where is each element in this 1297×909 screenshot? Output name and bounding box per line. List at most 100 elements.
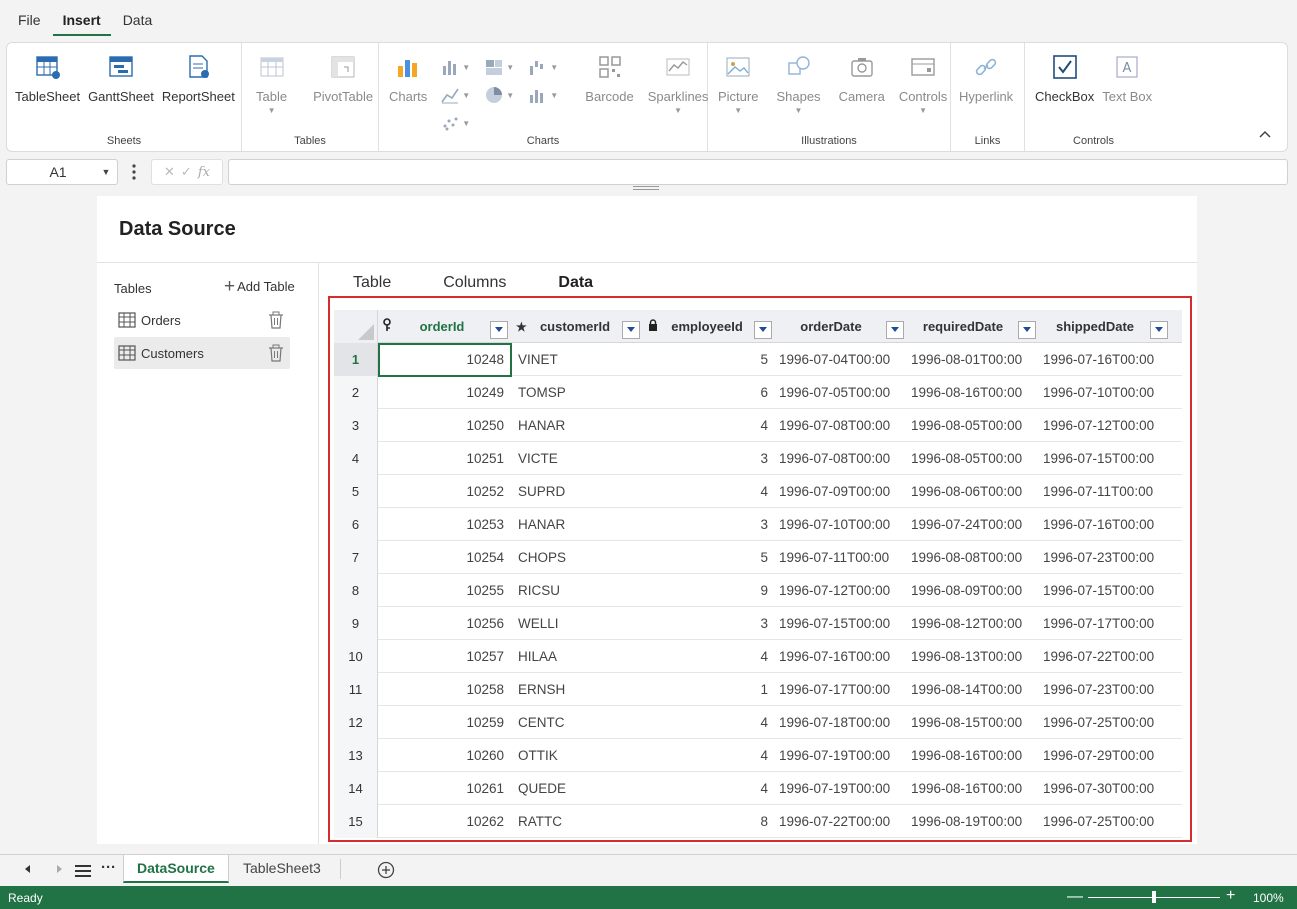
scatter-chart-button[interactable]: ▼ (441, 109, 485, 137)
cell-employeeid[interactable]: 9 (644, 574, 776, 607)
column-header-orderid[interactable]: orderId (378, 310, 512, 343)
cell-requireddate[interactable]: 1996-08-05T00:00 (908, 442, 1040, 475)
row-header[interactable]: 10 (334, 640, 378, 673)
cell-orderid[interactable]: 10256 (378, 607, 512, 640)
function-icon[interactable]: fx (198, 165, 210, 180)
next-sheet-icon[interactable] (57, 865, 62, 873)
add-table-button[interactable]: + Add Table (224, 277, 295, 296)
sheet-tab-tablesheet3[interactable]: TableSheet3 (230, 855, 334, 883)
cell-customerid[interactable]: OTTIK (512, 739, 644, 772)
cell-customerid[interactable]: CHOPS (512, 541, 644, 574)
cell-shippeddate[interactable]: 1996-07-11T00:00 (1040, 475, 1172, 508)
cell-employeeid[interactable]: 4 (644, 706, 776, 739)
cell-shippeddate[interactable]: 1996-07-10T00:00 (1040, 376, 1172, 409)
cell-orderdate[interactable]: 1996-07-10T00:00 (776, 508, 908, 541)
cell-requireddate[interactable]: 1996-08-16T00:00 (908, 739, 1040, 772)
previous-sheet-icon[interactable] (25, 865, 30, 873)
cell-orderdate[interactable]: 1996-07-22T00:00 (776, 805, 908, 838)
row-header[interactable]: 2 (334, 376, 378, 409)
pie-chart-button[interactable]: ▼ (485, 81, 529, 109)
tab-columns[interactable]: Columns (443, 274, 506, 292)
sheet-list-icon[interactable] (74, 864, 92, 878)
cell-shippeddate[interactable]: 1996-07-22T00:00 (1040, 640, 1172, 673)
cell-orderid[interactable]: 10260 (378, 739, 512, 772)
cell-customerid[interactable]: VINET (512, 343, 644, 376)
cell-employeeid[interactable]: 4 (644, 475, 776, 508)
cell-employeeid[interactable]: 8 (644, 805, 776, 838)
cell-customerid[interactable]: CENTC (512, 706, 644, 739)
select-all-corner[interactable] (334, 310, 378, 343)
row-header[interactable]: 3 (334, 409, 378, 442)
cell-orderid[interactable]: 10262 (378, 805, 512, 838)
cell-shippeddate[interactable]: 1996-07-16T00:00 (1040, 343, 1172, 376)
sheet-tab-datasource[interactable]: DataSource (123, 855, 229, 883)
row-header[interactable]: 9 (334, 607, 378, 640)
cell-orderid[interactable]: 10249 (378, 376, 512, 409)
cell-employeeid[interactable]: 3 (644, 442, 776, 475)
trash-icon[interactable] (268, 344, 284, 362)
filter-dropdown-icon[interactable] (754, 320, 772, 339)
line-chart-button[interactable]: ▼ (441, 81, 485, 109)
column-header-orderdate[interactable]: orderDate (776, 310, 908, 343)
cell-orderdate[interactable]: 1996-07-18T00:00 (776, 706, 908, 739)
cell-orderid[interactable]: 10250 (378, 409, 512, 442)
cell-employeeid[interactable]: 6 (644, 376, 776, 409)
cell-orderid[interactable]: 10251 (378, 442, 512, 475)
splitter-handle[interactable] (633, 186, 659, 190)
cell-orderdate[interactable]: 1996-07-16T00:00 (776, 640, 908, 673)
cell-orderdate[interactable]: 1996-07-19T00:00 (776, 772, 908, 805)
row-header[interactable]: 11 (334, 673, 378, 706)
trash-icon[interactable] (268, 311, 284, 329)
cell-requireddate[interactable]: 1996-07-24T00:00 (908, 508, 1040, 541)
cell-requireddate[interactable]: 1996-08-01T00:00 (908, 343, 1040, 376)
row-header[interactable]: 7 (334, 541, 378, 574)
cell-employeeid[interactable]: 3 (644, 607, 776, 640)
cell-orderdate[interactable]: 1996-07-15T00:00 (776, 607, 908, 640)
cell-employeeid[interactable]: 3 (644, 508, 776, 541)
cell-requireddate[interactable]: 1996-08-14T00:00 (908, 673, 1040, 706)
zoom-in-button[interactable]: + (1226, 887, 1235, 905)
cell-employeeid[interactable]: 4 (644, 409, 776, 442)
row-header[interactable]: 15 (334, 805, 378, 838)
menu-data[interactable]: Data (113, 0, 163, 36)
cell-orderid[interactable]: 10261 (378, 772, 512, 805)
cell-shippeddate[interactable]: 1996-07-16T00:00 (1040, 508, 1172, 541)
cell-requireddate[interactable]: 1996-08-16T00:00 (908, 376, 1040, 409)
filter-dropdown-icon[interactable] (622, 320, 640, 339)
column-header-employeeid[interactable]: employeeId (644, 310, 776, 343)
column-header-shippeddate[interactable]: shippedDate (1040, 310, 1172, 343)
cell-requireddate[interactable]: 1996-08-12T00:00 (908, 607, 1040, 640)
cell-shippeddate[interactable]: 1996-07-25T00:00 (1040, 706, 1172, 739)
cell-orderid[interactable]: 10252 (378, 475, 512, 508)
row-header[interactable]: 8 (334, 574, 378, 607)
column-chart-button[interactable]: ▼ (441, 53, 485, 81)
zoom-out-button[interactable]: — (1067, 888, 1083, 906)
cell-shippeddate[interactable]: 1996-07-23T00:00 (1040, 673, 1172, 706)
cell-orderdate[interactable]: 1996-07-09T00:00 (776, 475, 908, 508)
cancel-icon[interactable]: ✕ (164, 164, 175, 180)
cell-shippeddate[interactable]: 1996-07-29T00:00 (1040, 739, 1172, 772)
cell-customerid[interactable]: HANAR (512, 409, 644, 442)
cell-orderid[interactable]: 10255 (378, 574, 512, 607)
cell-requireddate[interactable]: 1996-08-05T00:00 (908, 409, 1040, 442)
row-header[interactable]: 4 (334, 442, 378, 475)
statistic-chart-button[interactable]: ▼ (529, 81, 573, 109)
more-vertical-icon[interactable] (128, 163, 140, 181)
cell-requireddate[interactable]: 1996-08-08T00:00 (908, 541, 1040, 574)
cell-employeeid[interactable]: 4 (644, 739, 776, 772)
row-header[interactable]: 1 (334, 343, 378, 376)
row-header[interactable]: 6 (334, 508, 378, 541)
cell-orderdate[interactable]: 1996-07-05T00:00 (776, 376, 908, 409)
tab-table[interactable]: Table (353, 274, 391, 292)
cell-orderid[interactable]: 10254 (378, 541, 512, 574)
cell-requireddate[interactable]: 1996-08-09T00:00 (908, 574, 1040, 607)
chevron-down-icon[interactable]: ▼ (95, 167, 117, 177)
cell-shippeddate[interactable]: 1996-07-23T00:00 (1040, 541, 1172, 574)
cell-employeeid[interactable]: 5 (644, 343, 776, 376)
cell-requireddate[interactable]: 1996-08-19T00:00 (908, 805, 1040, 838)
cell-shippeddate[interactable]: 1996-07-30T00:00 (1040, 772, 1172, 805)
cell-orderid[interactable]: 10258 (378, 673, 512, 706)
filter-dropdown-icon[interactable] (1018, 320, 1036, 339)
cell-customerid[interactable]: QUEDE (512, 772, 644, 805)
cell-employeeid[interactable]: 1 (644, 673, 776, 706)
